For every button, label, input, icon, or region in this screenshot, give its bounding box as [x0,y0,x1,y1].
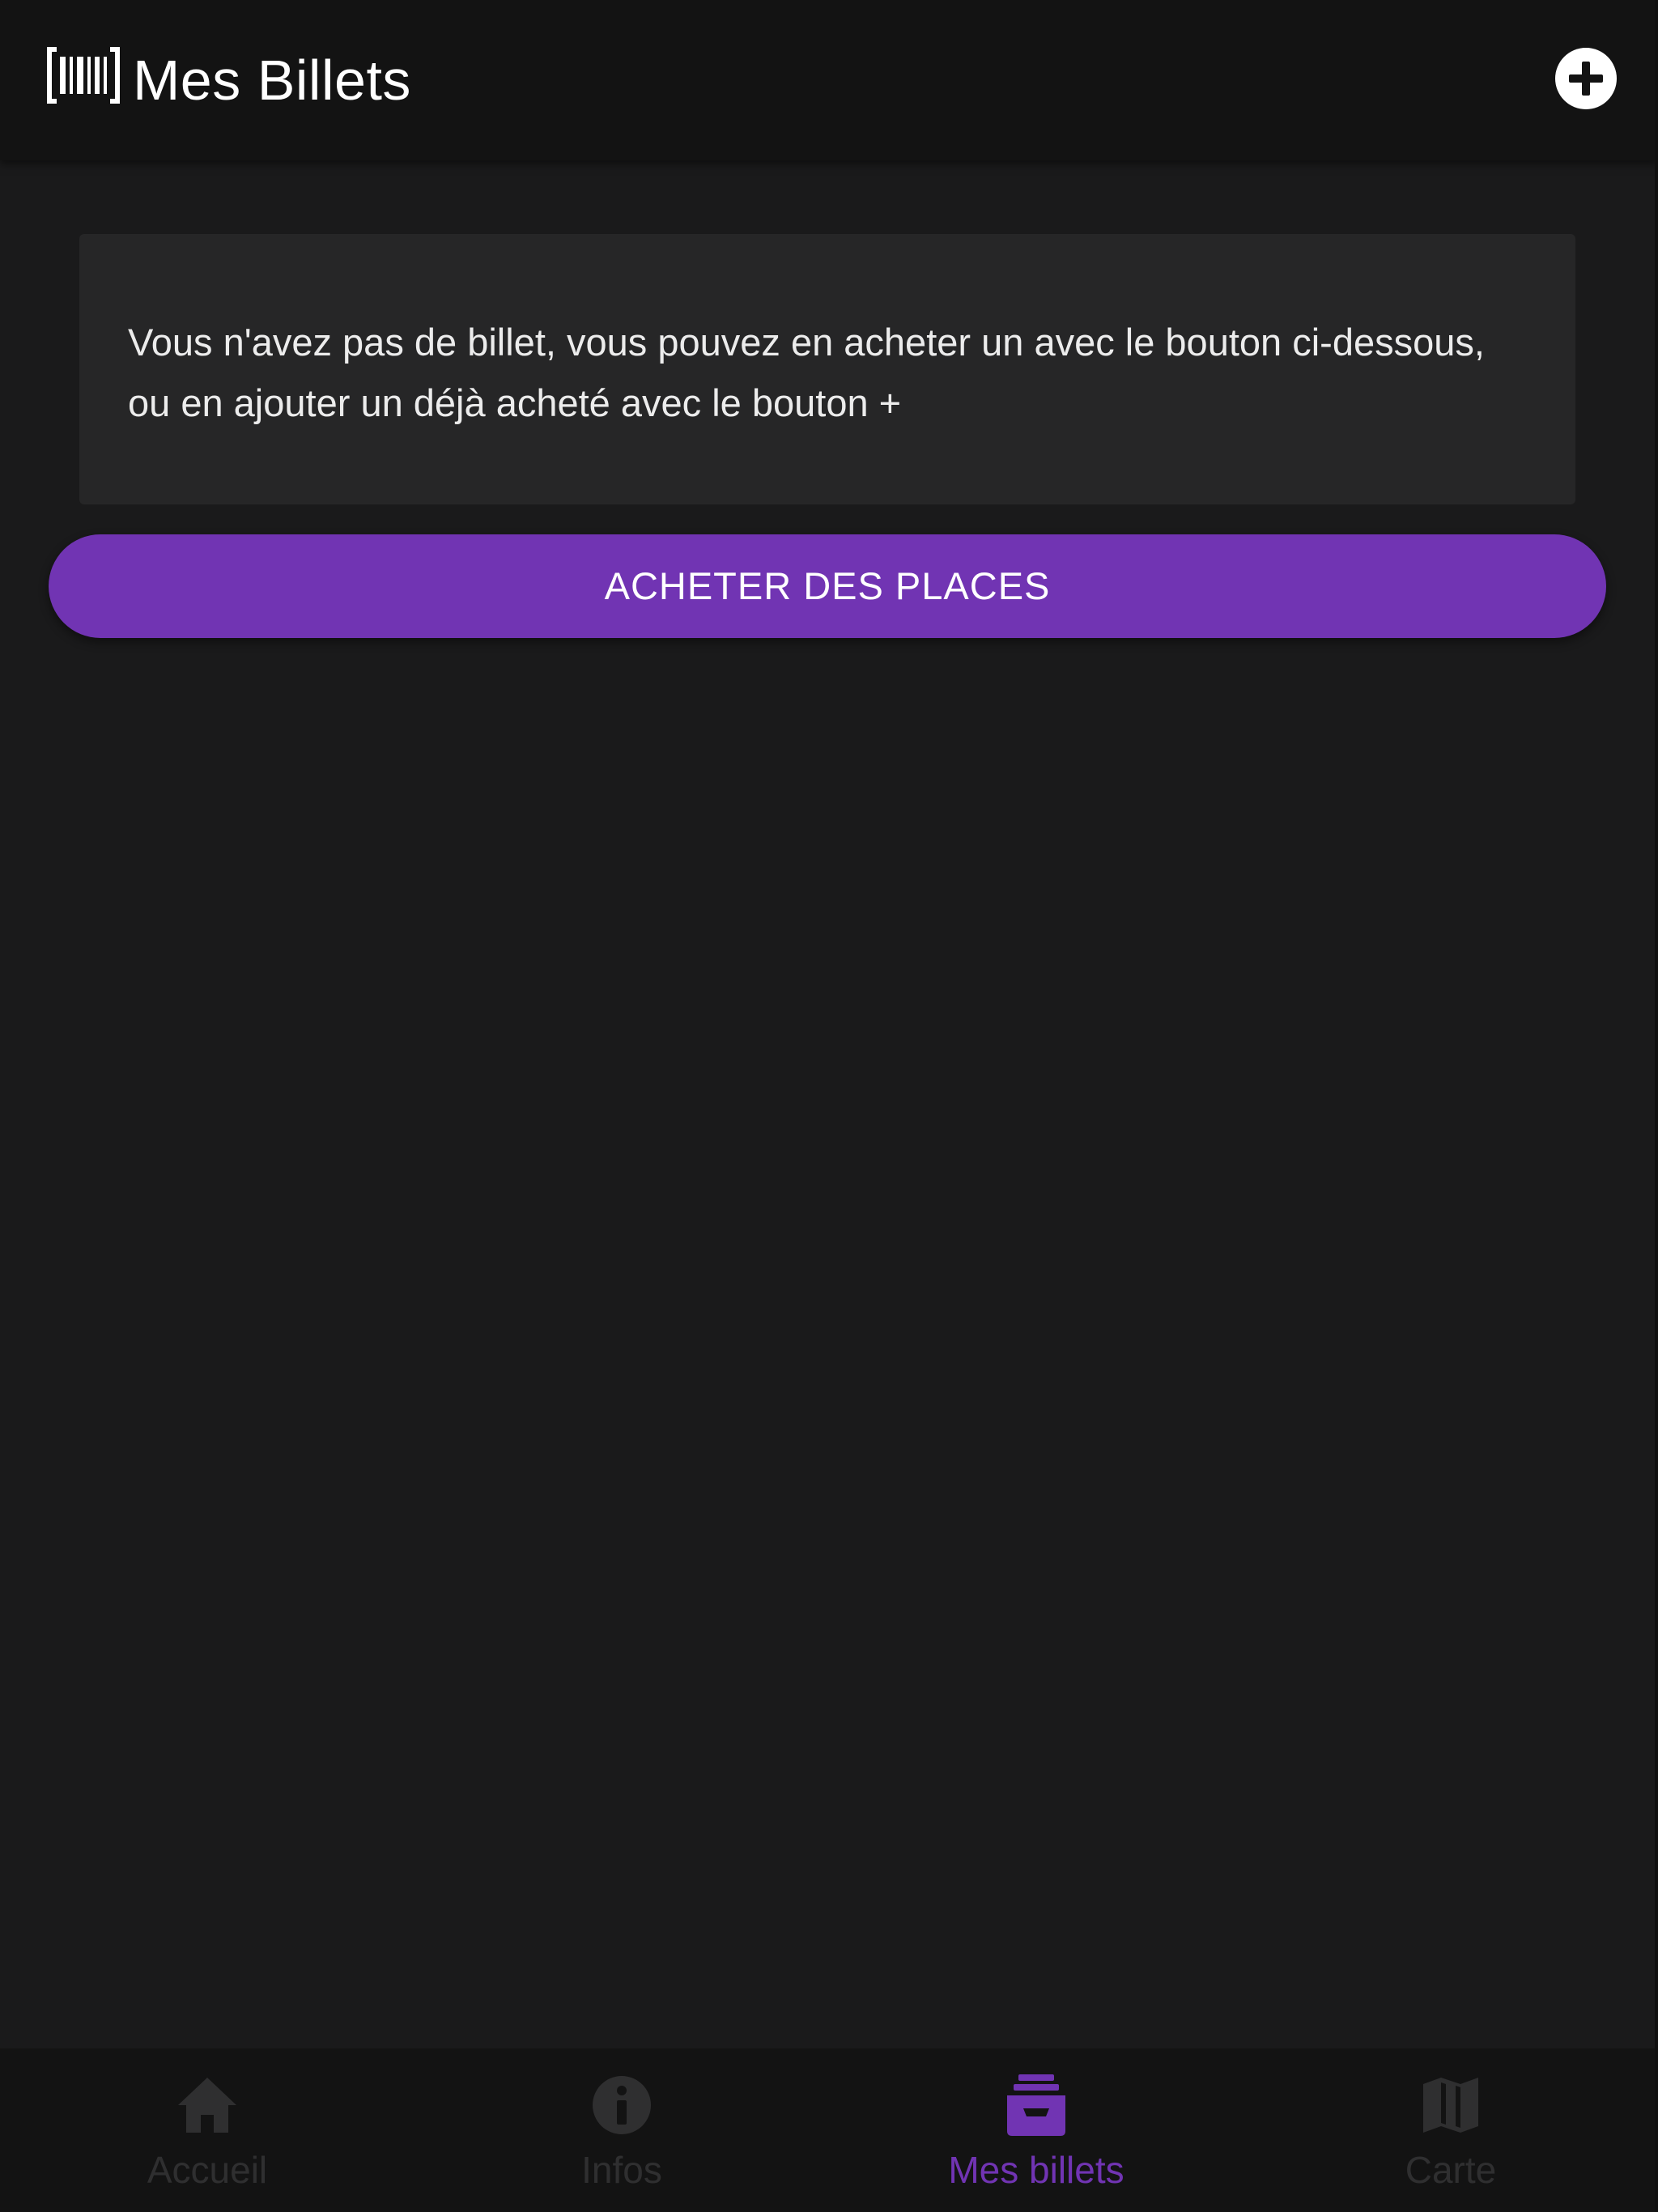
nav-item-carte[interactable]: Carte [1244,2048,1658,2212]
ticket-tray-icon [1007,2074,1065,2136]
empty-tickets-message: Vous n'avez pas de billet, vous pouvez e… [128,321,1485,424]
app-screen: Mes Billets Vous n'avez pas de billet, v… [0,0,1658,2212]
nav-item-accueil[interactable]: Accueil [0,2048,414,2212]
nav-label-carte: Carte [1405,2149,1497,2191]
nav-item-mes-billets[interactable]: Mes billets [829,2048,1244,2212]
map-icon [1423,2078,1478,2133]
app-header: Mes Billets [0,0,1658,160]
nav-item-infos[interactable]: Infos [414,2048,829,2212]
buy-tickets-button[interactable]: ACHETER DES PLACES [49,534,1606,638]
add-ticket-button[interactable] [1555,48,1617,109]
nav-label-mes-billets: Mes billets [948,2149,1124,2191]
nav-label-infos: Infos [581,2149,662,2191]
empty-tickets-card: Vous n'avez pas de billet, vous pouvez e… [79,234,1575,504]
home-icon [178,2078,236,2133]
nav-label-accueil: Accueil [147,2149,268,2191]
window-edge [1655,0,1658,2212]
info-icon [593,2076,651,2134]
page-title: Mes Billets [133,49,411,112]
barcode-icon [47,47,120,104]
bottom-navigation: Accueil Infos Mes billets Carte [0,2048,1658,2212]
